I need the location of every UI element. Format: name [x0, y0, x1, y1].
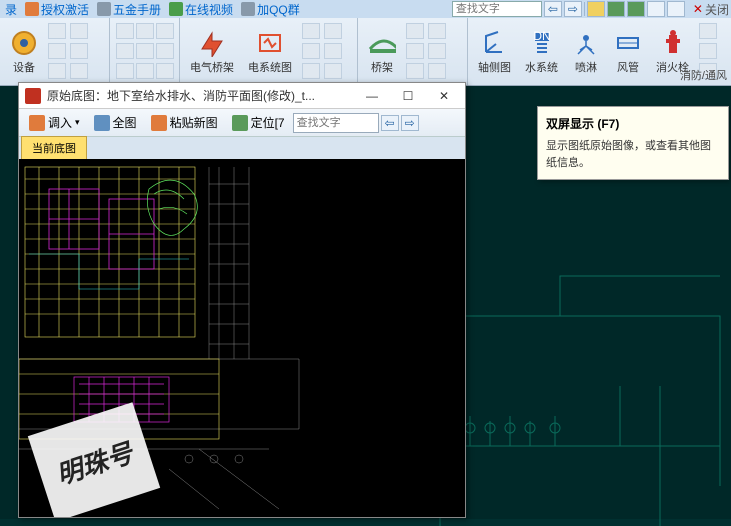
key-icon [25, 2, 39, 16]
st-a8[interactable] [136, 63, 154, 79]
tooltip-dualscreen: 双屏显示 (F7) 显示图纸原始图像，或查看其他图纸信息。 [537, 106, 729, 180]
popup-canvas[interactable]: 明珠号 [19, 159, 465, 517]
menu-online-video[interactable]: 在线视频 [166, 1, 236, 18]
tooltip-body: 显示图纸原始图像，或查看其他图纸信息。 [546, 138, 720, 171]
small-tool-2[interactable] [70, 23, 88, 39]
menu-qq-group[interactable]: 加QQ群 [238, 1, 303, 18]
popup-title-text: 原始底图：地下室给水排水、消防平面图(修改)_t... [47, 87, 351, 104]
minimize-button[interactable]: — [357, 86, 387, 106]
tool-elec-system[interactable]: 电系统图 [244, 27, 296, 77]
svg-text:DN: DN [533, 30, 550, 43]
import-icon [29, 115, 45, 131]
tool-bridge[interactable]: 桥架 [364, 27, 400, 77]
st-b3[interactable] [302, 43, 320, 59]
st-b6[interactable] [324, 63, 342, 79]
st-c6[interactable] [428, 63, 446, 79]
popup-search-input[interactable] [293, 113, 379, 133]
st-b1[interactable] [302, 23, 320, 39]
ribbon-toolbar: 设备 电气桥架 [0, 18, 731, 86]
top-btn-5[interactable] [667, 1, 685, 17]
top-menu-bar: 录 授权激活 五金手册 在线视频 加QQ群 ⇦ ⇨ ✕关闭 [0, 0, 731, 18]
st-a4[interactable] [116, 43, 134, 59]
small-tool-6[interactable] [70, 63, 88, 79]
st-a1[interactable] [116, 23, 134, 39]
menu-license[interactable]: 授权激活 [22, 1, 92, 18]
popup-titlebar[interactable]: 原始底图：地下室给水排水、消防平面图(修改)_t... — ☐ ✕ [19, 83, 465, 109]
popup-tabs: 当前底图 [19, 137, 465, 159]
tab-current-base[interactable]: 当前底图 [21, 136, 87, 159]
play-icon [169, 2, 183, 16]
app-icon [25, 88, 41, 104]
fullview-icon [94, 115, 110, 131]
book-icon [97, 2, 111, 16]
st-a6[interactable] [156, 43, 174, 59]
qq-icon [241, 2, 255, 16]
st-a3[interactable] [156, 23, 174, 39]
popup-toolbar: 调入▾ 全图 粘贴新图 定位[7 ⇦ ⇨ [19, 109, 465, 137]
import-button[interactable]: 调入▾ [23, 111, 86, 134]
top-btn-1[interactable] [587, 1, 605, 17]
top-btn-3[interactable] [627, 1, 645, 17]
maximize-button[interactable]: ☐ [393, 86, 423, 106]
original-drawing-popup: 原始底图：地下室给水排水、消防平面图(修改)_t... — ☐ ✕ 调入▾ 全图… [18, 82, 466, 518]
top-btn-4[interactable] [647, 1, 665, 17]
st-a5[interactable] [136, 43, 154, 59]
tool-duct[interactable]: 风管 [610, 27, 646, 77]
st-c4[interactable] [428, 43, 446, 59]
small-tool-4[interactable] [70, 43, 88, 59]
st-c2[interactable] [428, 23, 446, 39]
tool-device[interactable]: 设备 [6, 27, 42, 77]
st-d2[interactable] [699, 43, 717, 59]
top-search-input[interactable] [452, 1, 542, 17]
search-prev-button[interactable]: ⇦ [544, 1, 562, 17]
st-b2[interactable] [324, 23, 342, 39]
close-window-button[interactable]: ✕ [429, 86, 459, 106]
small-tool-5[interactable] [48, 63, 66, 79]
small-tool-3[interactable] [48, 43, 66, 59]
st-c1[interactable] [406, 23, 424, 39]
tool-axon[interactable]: 轴侧图 [474, 27, 515, 77]
st-a7[interactable] [116, 63, 134, 79]
ribbon-tab-label[interactable]: 消防/通风 [680, 67, 727, 83]
locate-button[interactable]: 定位[7 [226, 111, 291, 134]
paste-icon [151, 115, 167, 131]
locate-icon [232, 115, 248, 131]
search-next-button[interactable]: ⇨ [564, 1, 582, 17]
small-tool-1[interactable] [48, 23, 66, 39]
tool-water-sys[interactable]: DN水系统 [521, 27, 562, 77]
close-button[interactable]: ✕关闭 [693, 1, 729, 18]
menu-record[interactable]: 录 [2, 1, 20, 18]
popup-search-prev[interactable]: ⇦ [381, 115, 399, 131]
st-c3[interactable] [406, 43, 424, 59]
st-b5[interactable] [302, 63, 320, 79]
st-a9[interactable] [156, 63, 174, 79]
top-btn-2[interactable] [607, 1, 625, 17]
tool-elec-bridge[interactable]: 电气桥架 [186, 27, 238, 77]
st-b4[interactable] [324, 43, 342, 59]
paste-new-button[interactable]: 粘贴新图 [145, 111, 224, 134]
popup-search-next[interactable]: ⇨ [401, 115, 419, 131]
menu-hardware-manual[interactable]: 五金手册 [94, 1, 164, 18]
st-c5[interactable] [406, 63, 424, 79]
tooltip-title: 双屏显示 (F7) [546, 115, 720, 132]
st-d1[interactable] [699, 23, 717, 39]
st-a2[interactable] [136, 23, 154, 39]
fullview-button[interactable]: 全图 [88, 111, 143, 134]
tool-sprinkler[interactable]: 喷淋 [568, 27, 604, 77]
